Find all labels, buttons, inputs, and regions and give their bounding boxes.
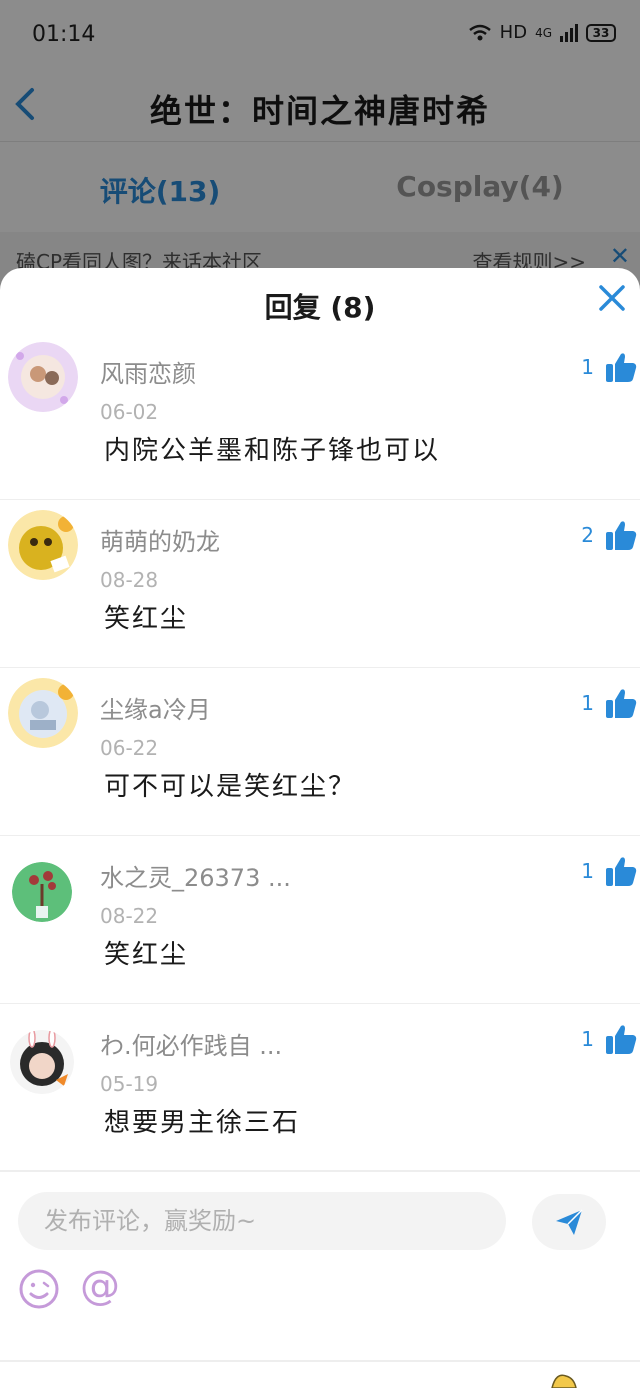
reply-text: 笑红尘 <box>104 940 189 970</box>
reply-text: 想要男主徐三石 <box>104 1108 301 1138</box>
like-thumb-icon <box>606 1025 637 1054</box>
like-button[interactable]: 1 <box>581 1022 638 1056</box>
divider <box>0 1360 640 1362</box>
avatar[interactable] <box>8 678 78 748</box>
divider <box>0 1170 640 1172</box>
username[interactable]: わ.何必作践自 ... <box>100 1026 282 1061</box>
reply-item: 风雨恋颜 06-02 内院公羊墨和陈子锋也可以 1 <box>0 332 640 500</box>
like-count: 2 <box>581 523 594 547</box>
like-button[interactable]: 2 <box>581 518 638 552</box>
reply-item: 水之灵_26373 ... 08-22 笑红尘 1 <box>0 836 640 1004</box>
reply-date: 08-28 <box>100 568 159 592</box>
username[interactable]: 尘缘a冷月 <box>100 690 211 725</box>
username[interactable]: 萌萌的奶龙 <box>100 522 220 557</box>
reply-date: 06-22 <box>100 736 159 760</box>
reply-list: 风雨恋颜 06-02 内院公羊墨和陈子锋也可以 1 萌萌的奶龙 08-28 笑红… <box>0 332 640 1172</box>
like-count: 1 <box>581 691 594 715</box>
reply-date: 05-19 <box>100 1072 159 1096</box>
reply-date: 06-02 <box>100 400 159 424</box>
send-button[interactable] <box>532 1194 606 1250</box>
like-count: 1 <box>581 1027 594 1051</box>
close-button[interactable] <box>592 282 632 322</box>
background-page: 01:14 HD 4G 33 绝世：时间之神唐时希 评论(13) Cosplay… <box>0 0 640 300</box>
sheet-title: 回复 (8) <box>264 291 376 324</box>
like-button[interactable]: 1 <box>581 854 638 888</box>
avatar[interactable] <box>12 862 72 922</box>
reply-text: 可不可以是笑红尘？ <box>104 772 357 802</box>
avatar[interactable] <box>8 510 78 580</box>
like-thumb-icon <box>606 521 637 550</box>
reply-item: わ.何必作践自 ... 05-19 想要男主徐三石 1 <box>0 1004 640 1172</box>
emoji-button[interactable] <box>18 1268 60 1310</box>
close-icon <box>599 285 625 311</box>
like-count: 1 <box>581 355 594 379</box>
like-count: 1 <box>581 859 594 883</box>
send-icon <box>556 1209 583 1235</box>
username[interactable]: 风雨恋颜 <box>100 354 196 389</box>
reply-text: 笑红尘 <box>104 604 189 634</box>
reply-item: 萌萌的奶龙 08-28 笑红尘 2 <box>0 500 640 668</box>
mascot-icon <box>551 1374 577 1388</box>
reply-item: 尘缘a冷月 06-22 可不可以是笑红尘？ 1 <box>0 668 640 836</box>
emoji-icon <box>19 1269 59 1309</box>
at-icon[interactable]: @ <box>80 1262 120 1310</box>
reply-sheet: 回复 (8) 风雨恋颜 06-02 内院公羊墨和陈子锋也可以 1 萌萌的奶龙 0… <box>0 268 640 1388</box>
avatar[interactable] <box>10 1030 74 1094</box>
like-button[interactable]: 1 <box>581 350 638 384</box>
comment-input[interactable] <box>18 1192 506 1250</box>
dim-overlay[interactable] <box>0 0 640 300</box>
reply-date: 08-22 <box>100 904 159 928</box>
like-button[interactable]: 1 <box>581 686 638 720</box>
like-thumb-icon <box>606 689 637 718</box>
reply-text: 内院公羊墨和陈子锋也可以 <box>104 436 441 466</box>
username[interactable]: 水之灵_26373 ... <box>100 858 291 893</box>
avatar[interactable] <box>8 342 78 412</box>
like-thumb-icon <box>606 857 637 886</box>
like-thumb-icon <box>606 353 637 382</box>
